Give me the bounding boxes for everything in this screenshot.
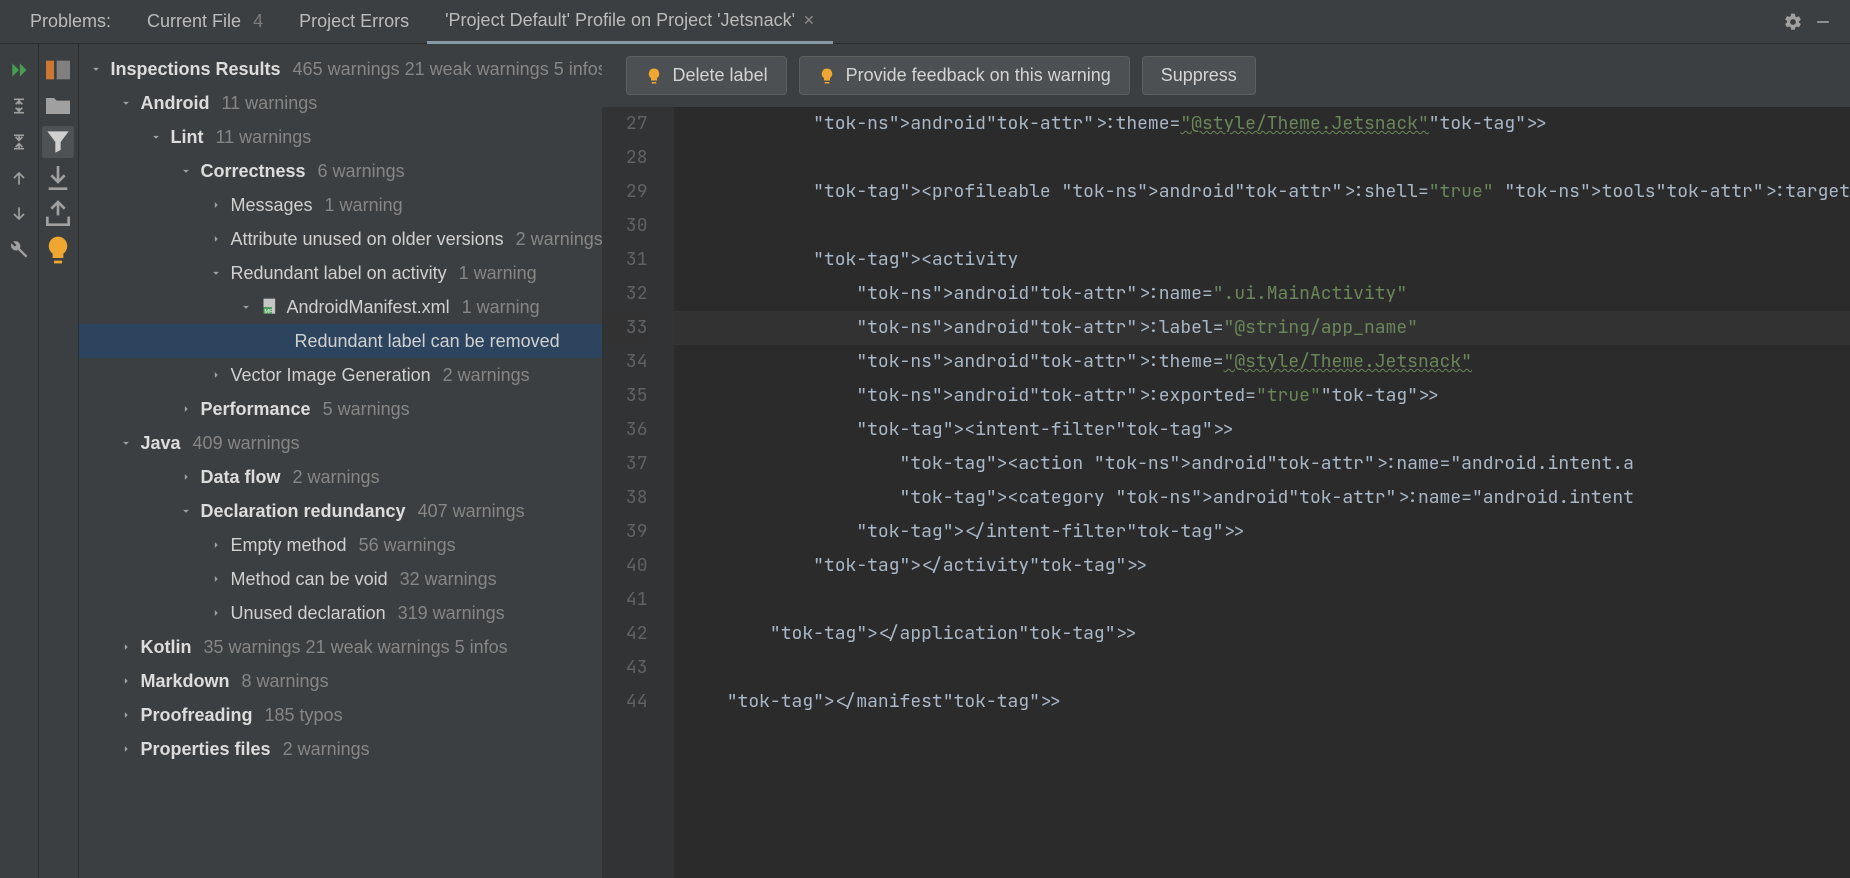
tree-markdown[interactable]: Markdown 8 warnings <box>79 664 602 698</box>
tree-java[interactable]: Java 409 warnings <box>79 426 602 460</box>
tree-properties[interactable]: Properties files 2 warnings <box>79 732 602 766</box>
export-icon[interactable] <box>42 198 74 230</box>
prev-icon[interactable] <box>3 162 35 194</box>
chevron-down-icon <box>207 264 225 282</box>
code-editor[interactable]: 272829303132333435363738394041424344 "to… <box>602 107 1850 878</box>
tree-android[interactable]: Android 11 warnings <box>79 86 602 120</box>
chevron-down-icon <box>117 434 135 452</box>
tree-manifest-file[interactable]: MF AndroidManifest.xml 1 warning <box>79 290 602 324</box>
bulb-icon[interactable] <box>42 234 74 266</box>
quick-fix-bar: Delete label Provide feedback on this wa… <box>602 44 1850 107</box>
toolbar-left-2 <box>39 44 78 878</box>
chevron-down-icon <box>117 94 135 112</box>
tree-vector[interactable]: Vector Image Generation 2 warnings <box>79 358 602 392</box>
tab-profile[interactable]: 'Project Default' Profile on Project 'Je… <box>427 0 833 44</box>
inspections-tree[interactable]: Inspections Results 465 warnings 21 weak… <box>79 44 602 878</box>
tab-project-errors[interactable]: Project Errors <box>281 1 427 42</box>
chevron-down-icon <box>237 298 255 316</box>
bulb-icon <box>818 67 836 85</box>
chevron-down-icon <box>177 502 195 520</box>
tree-method-void[interactable]: Method can be void 32 warnings <box>79 562 602 596</box>
tree-empty-method[interactable]: Empty method 56 warnings <box>79 528 602 562</box>
suppress-button[interactable]: Suppress <box>1142 56 1256 95</box>
tree-root[interactable]: Inspections Results 465 warnings 21 weak… <box>79 52 602 86</box>
chevron-right-icon <box>207 570 225 588</box>
toolbar-left-1 <box>0 44 39 878</box>
chevron-right-icon <box>117 672 135 690</box>
chevron-right-icon <box>177 468 195 486</box>
chevron-down-icon <box>87 60 105 78</box>
highlight-icon[interactable] <box>42 54 74 86</box>
tree-selected-warning[interactable]: Redundant label can be removed <box>79 324 602 358</box>
chevron-right-icon <box>207 536 225 554</box>
chevron-right-icon <box>207 196 225 214</box>
tree-attr-unused[interactable]: Attribute unused on older versions 2 war… <box>79 222 602 256</box>
tree-performance[interactable]: Performance 5 warnings <box>79 392 602 426</box>
code-lines[interactable]: "tok-ns">android"tok-attr">:theme="@styl… <box>674 107 1850 878</box>
tree-redundant-label[interactable]: Redundant label on activity 1 warning <box>79 256 602 290</box>
settings-icon[interactable] <box>1778 7 1808 37</box>
tree-messages[interactable]: Messages 1 warning <box>79 188 602 222</box>
line-gutter: 272829303132333435363738394041424344 <box>602 107 662 878</box>
tree-kotlin[interactable]: Kotlin 35 warnings 21 weak warnings 5 in… <box>79 630 602 664</box>
rerun-icon[interactable] <box>3 54 35 86</box>
tree-proofreading[interactable]: Proofreading 185 typos <box>79 698 602 732</box>
filter-icon[interactable] <box>42 126 74 158</box>
chevron-right-icon <box>207 230 225 248</box>
tree-lint[interactable]: Lint 11 warnings <box>79 120 602 154</box>
chevron-right-icon <box>207 604 225 622</box>
chevron-right-icon <box>117 638 135 656</box>
tree-decl-red[interactable]: Declaration redundancy 407 warnings <box>79 494 602 528</box>
tree-dataflow[interactable]: Data flow 2 warnings <box>79 460 602 494</box>
autoscroll-icon[interactable] <box>42 162 74 194</box>
code-preview-panel: Delete label Provide feedback on this wa… <box>602 44 1850 878</box>
expand-all-icon[interactable] <box>3 90 35 122</box>
minimize-icon[interactable] <box>1808 7 1838 37</box>
feedback-button[interactable]: Provide feedback on this warning <box>799 56 1130 95</box>
next-icon[interactable] <box>3 198 35 230</box>
tree-unused-decl[interactable]: Unused declaration 319 warnings <box>79 596 602 630</box>
problems-tab-bar: Problems: Current File 4 Project Errors … <box>0 0 1850 44</box>
manifest-file-icon: MF <box>261 297 281 317</box>
chevron-right-icon <box>207 366 225 384</box>
collapse-all-icon[interactable] <box>3 126 35 158</box>
folder-icon[interactable] <box>42 90 74 122</box>
tab-current-file[interactable]: Current File 4 <box>129 1 281 42</box>
chevron-right-icon <box>117 706 135 724</box>
close-icon[interactable]: ✕ <box>803 12 815 29</box>
chevron-down-icon <box>147 128 165 146</box>
chevron-right-icon <box>177 400 195 418</box>
problems-label: Problems: <box>12 1 129 42</box>
tree-correctness[interactable]: Correctness 6 warnings <box>79 154 602 188</box>
gutter-margin <box>662 107 674 878</box>
bulb-icon <box>645 67 663 85</box>
wrench-icon[interactable] <box>3 234 35 266</box>
svg-text:MF: MF <box>264 309 273 315</box>
chevron-down-icon <box>177 162 195 180</box>
chevron-right-icon <box>117 740 135 758</box>
delete-label-button[interactable]: Delete label <box>626 56 787 95</box>
